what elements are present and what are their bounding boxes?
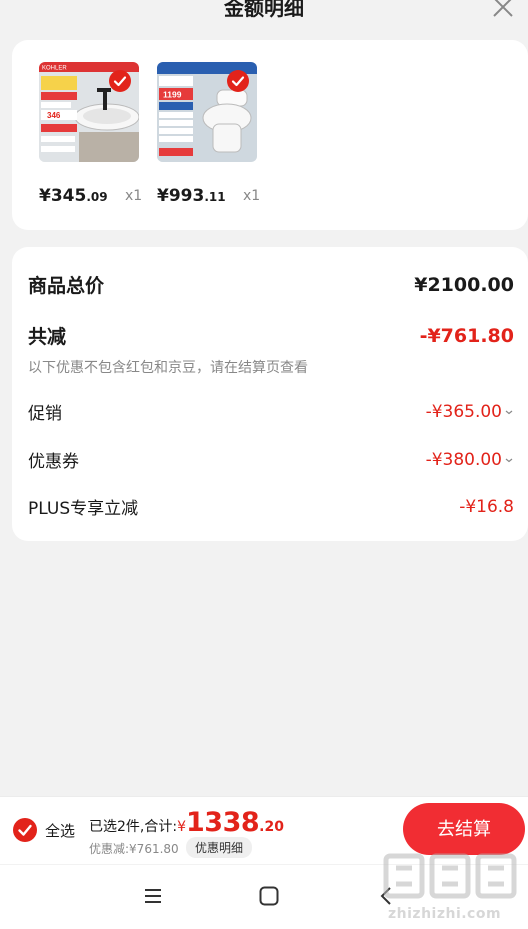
select-all-label[interactable]: 全选 <box>45 820 75 841</box>
total-price-row: 商品总价 ¥2100.00 <box>28 271 514 298</box>
promo-row[interactable]: 促销 -¥365.00 <box>28 399 514 424</box>
chevron-down-icon[interactable] <box>504 407 514 417</box>
total-reduction-value: -¥761.80 <box>419 324 514 347</box>
product-price-cents: .11 <box>204 190 226 204</box>
menu-icon[interactable] <box>142 885 164 907</box>
product-price: ¥993.11 <box>157 186 226 206</box>
select-all-check-icon[interactable] <box>13 818 37 842</box>
total-currency: ¥ <box>177 819 186 835</box>
check-icon[interactable] <box>227 70 249 92</box>
discount-text: 优惠减:¥761.80 <box>89 842 179 856</box>
watermark-logo <box>383 853 517 899</box>
promo-label: 促销 <box>28 404 62 424</box>
discount-detail-button[interactable]: 优惠明细 <box>186 837 253 858</box>
product-thumbnail[interactable]: 1199 <box>157 62 257 162</box>
thumb-price-text: 346 <box>47 111 61 120</box>
total-amount: 1338 <box>186 807 260 838</box>
coupon-row[interactable]: 优惠券 -¥380.00 <box>28 447 514 472</box>
check-icon[interactable] <box>109 70 131 92</box>
product-price-main: ¥993 <box>157 186 205 206</box>
product-price-cents: .09 <box>86 190 108 204</box>
total-reduction-row: 共减 -¥761.80 <box>28 322 514 349</box>
product-price-main: ¥345 <box>39 186 87 206</box>
product-list-card: KOHLER 346 ¥345.09 x1 1199 ¥993.11 x1 <box>12 40 528 230</box>
selected-count-text: 已选2件,合计: <box>89 819 178 835</box>
total-price-value: ¥2100.00 <box>414 273 514 296</box>
total-price-label: 商品总价 <box>28 275 105 297</box>
plus-label: PLUS专享立减 <box>28 499 139 519</box>
plus-row: PLUS专享立减 -¥16.8 <box>28 494 514 520</box>
thumb-brand-text: KOHLER <box>42 66 67 72</box>
coupon-label: 优惠券 <box>28 452 79 472</box>
promo-value: -¥365.00 <box>425 401 502 422</box>
watermark: zhizhizhi.com <box>382 848 520 928</box>
product-item[interactable]: 1199 ¥993.11 x1 <box>157 62 260 206</box>
product-thumbnail[interactable]: KOHLER 346 <box>39 62 139 162</box>
chevron-down-icon[interactable] <box>504 455 514 465</box>
product-quantity: x1 <box>243 188 261 204</box>
header: 金额明细 <box>0 0 528 30</box>
watermark-text: zhizhizhi.com <box>388 906 502 922</box>
plus-value: -¥16.8 <box>459 496 514 517</box>
home-icon[interactable] <box>258 885 280 907</box>
total-decimal: .20 <box>259 819 284 835</box>
price-summary-card: 商品总价 ¥2100.00 共减 -¥761.80 以下优惠不包含红包和京豆，请… <box>12 247 528 541</box>
thumb-price-text: 1199 <box>163 90 182 100</box>
close-icon[interactable] <box>490 0 516 20</box>
reduction-note: 以下优惠不包含红包和京豆，请在结算页查看 <box>28 360 308 376</box>
coupon-value: -¥380.00 <box>425 449 502 470</box>
total-summary: 已选2件,合计:¥1338.20 <box>89 807 284 838</box>
page-title: 金额明细 <box>224 0 304 20</box>
total-reduction-label: 共减 <box>28 326 67 348</box>
product-quantity: x1 <box>125 188 143 204</box>
product-item[interactable]: KOHLER 346 ¥345.09 x1 <box>39 62 142 206</box>
product-price: ¥345.09 <box>39 186 108 206</box>
